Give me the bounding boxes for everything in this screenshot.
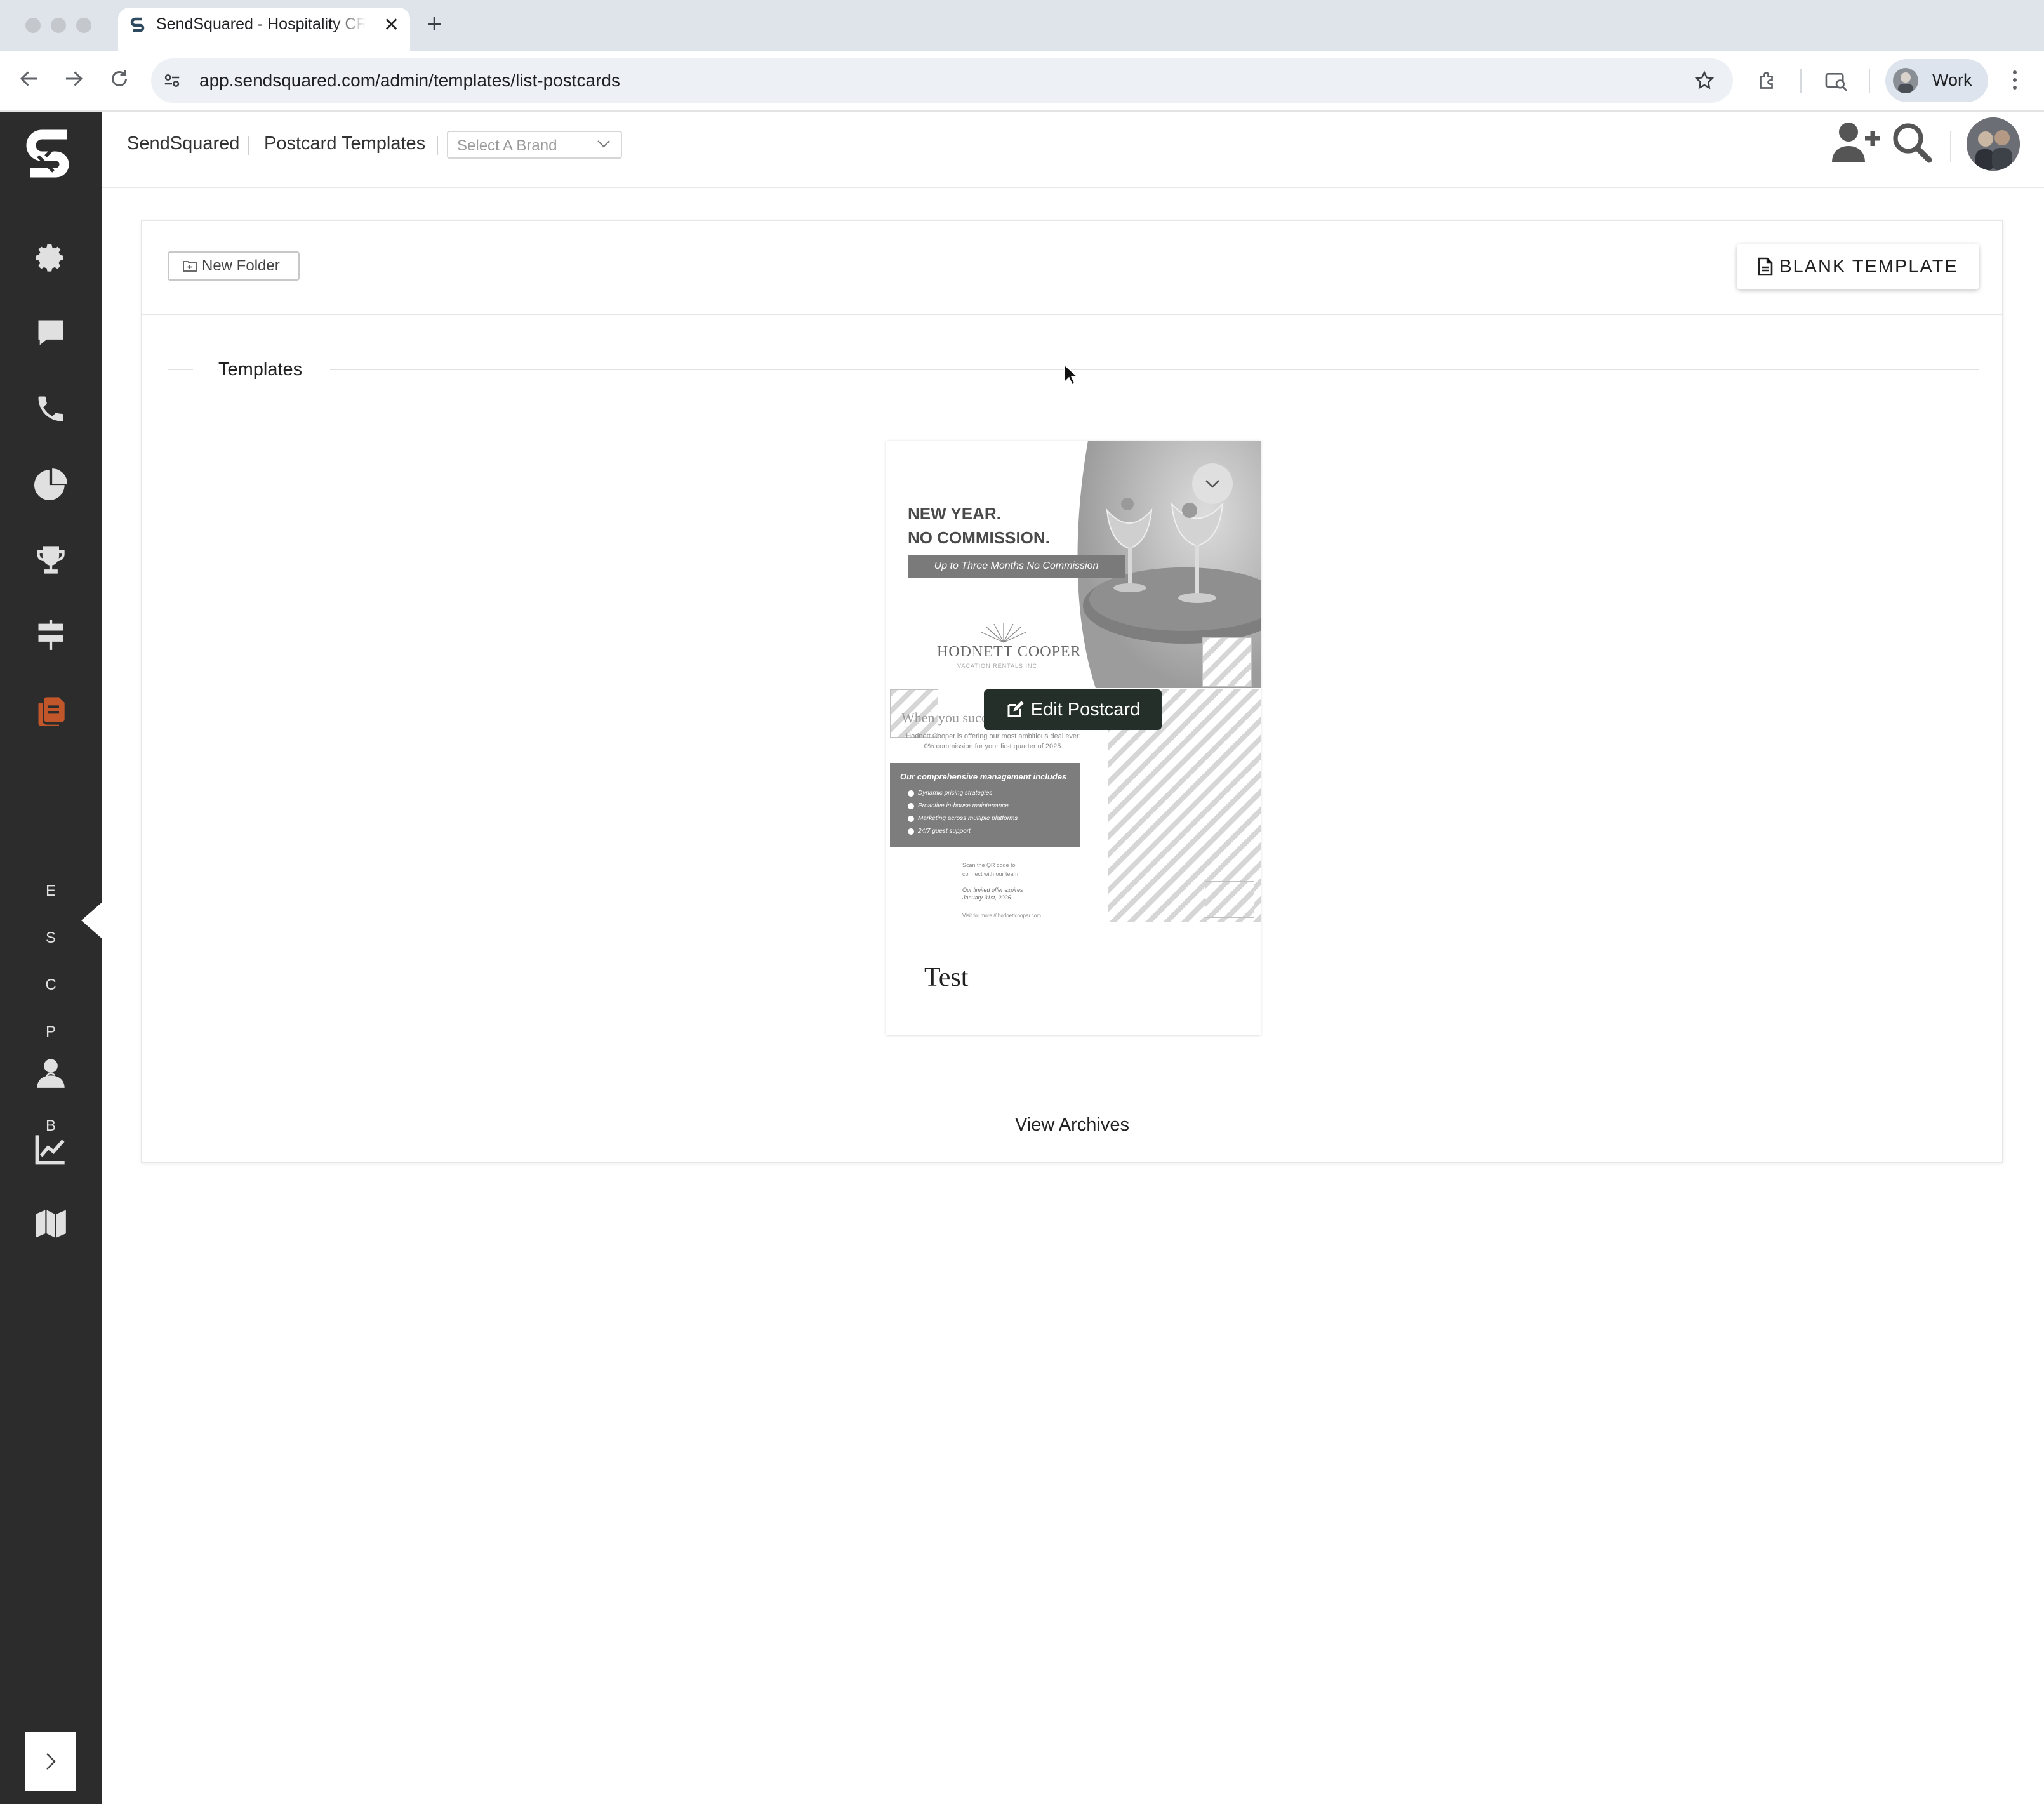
template-card[interactable]: NEW YEAR. NO COMMISSION. Up to Three Mon…: [886, 441, 1261, 1035]
templates-panel: New Folder BLANK TEMPLATE Templates NEW …: [141, 220, 2003, 1163]
templates-icon[interactable]: [32, 692, 70, 730]
breadcrumb-divider: [248, 136, 249, 155]
sendsquared-favicon-icon: [129, 17, 146, 33]
map-icon[interactable]: [32, 1205, 70, 1243]
postcard-brand-sub: VACATION RENTALS INC: [957, 663, 1038, 669]
extensions-icon[interactable]: [1756, 70, 1779, 93]
tab-close-icon[interactable]: ✕: [383, 14, 399, 36]
chevron-down-icon: [597, 140, 611, 149]
edit-postcard-label: Edit Postcard: [1030, 699, 1141, 720]
section-divider: [168, 369, 193, 370]
chat-icon[interactable]: [32, 314, 70, 352]
feature-item: Marketing across multiple platforms: [907, 815, 1018, 822]
view-archives-link[interactable]: View Archives: [142, 1115, 2002, 1136]
edit-postcard-button[interactable]: Edit Postcard: [984, 689, 1162, 730]
search-icon[interactable]: [1892, 122, 1932, 164]
edit-icon: [1005, 700, 1025, 719]
image-placeholder: [1202, 637, 1252, 687]
trophy-icon[interactable]: [32, 541, 70, 579]
tab-title: SendSquared - Hospitality CRM: [156, 15, 366, 33]
postcard-contact-text: Visit for more // hodnettcooper.com: [962, 913, 1041, 919]
tab-search-icon[interactable]: [1824, 70, 1848, 93]
profile-button[interactable]: Work: [1885, 59, 1988, 102]
brand-sunburst-icon: [975, 623, 1032, 644]
chevron-down-icon: [1205, 480, 1219, 488]
blank-template-button[interactable]: BLANK TEMPLATE: [1737, 244, 1979, 289]
sidebar-letter-p[interactable]: P: [0, 1023, 102, 1041]
postcard-feature-box: Our comprehensive management includes Dy…: [890, 763, 1080, 847]
document-icon: [1758, 257, 1773, 276]
folder-plus-icon: [183, 260, 197, 272]
postcard-headline: NEW YEAR. NO COMMISSION.: [908, 501, 1050, 550]
window-minimize-control[interactable]: [51, 18, 66, 33]
add-contact-icon[interactable]: [1832, 121, 1880, 165]
feature-box-heading: Our comprehensive management includes: [900, 772, 1067, 781]
header-divider: [1950, 131, 1951, 162]
breadcrumb-home[interactable]: SendSquared: [127, 133, 239, 154]
postcard-preview: NEW YEAR. NO COMMISSION. Up to Three Mon…: [886, 441, 1261, 923]
section-divider: [330, 369, 1979, 370]
app-sidebar: E S C P G B: [0, 112, 102, 1804]
feature-item: 24/7 guest support: [908, 828, 971, 835]
breadcrumb-divider: [437, 136, 438, 155]
app-header: SendSquared Postcard Templates Select A …: [102, 112, 2044, 188]
window-zoom-control[interactable]: [76, 18, 91, 33]
postcard-scan-text: Scan the QR code to connect with our tea…: [962, 862, 1019, 877]
signpost-icon[interactable]: [32, 616, 70, 654]
settings-icon[interactable]: [32, 239, 70, 277]
address-bar[interactable]: app.sendsquared.com/admin/templates/list…: [151, 58, 1733, 103]
sidebar-letter-e[interactable]: E: [0, 882, 102, 900]
chevron-right-icon: [46, 1753, 56, 1770]
brand-select-placeholder: Select A Brand: [457, 137, 557, 154]
postcard-body: Hodnett Cooper is offering our most ambi…: [906, 733, 1081, 750]
sidebar-letter-c[interactable]: C: [0, 976, 102, 994]
profile-avatar: [1893, 68, 1918, 93]
postcard-headline-line2: NO COMMISSION.: [908, 528, 1050, 547]
postcard-banner: Up to Three Months No Commission: [908, 555, 1125, 578]
url-text[interactable]: app.sendsquared.com/admin/templates/list…: [199, 70, 620, 91]
new-folder-button[interactable]: New Folder: [168, 251, 300, 281]
user-avatar[interactable]: [1967, 117, 2020, 171]
new-tab-icon[interactable]: +: [427, 10, 442, 37]
forward-icon[interactable]: [62, 67, 85, 90]
new-folder-label: New Folder: [202, 257, 280, 274]
image-placeholder: [1205, 881, 1254, 918]
panel-toolbar: New Folder BLANK TEMPLATE: [142, 221, 2002, 315]
feature-item: Proactive in-house maintenance: [908, 802, 1009, 809]
reload-icon[interactable]: [108, 67, 131, 90]
active-item-pointer: [81, 903, 102, 938]
brand-select[interactable]: Select A Brand: [447, 131, 622, 159]
analytics-icon[interactable]: [32, 1130, 70, 1168]
template-options-button[interactable]: [1192, 463, 1233, 504]
phone-icon[interactable]: [32, 390, 70, 428]
toolbar-divider: [1800, 69, 1802, 93]
sidebar-expand-button[interactable]: [25, 1732, 76, 1791]
browser-toolbar: app.sendsquared.com/admin/templates/list…: [0, 51, 2044, 112]
postcard-brand: HODNETT COOPER: [937, 644, 1082, 660]
pie-chart-icon[interactable]: [32, 465, 70, 503]
contacts-icon[interactable]: [32, 1054, 70, 1092]
window-close-control[interactable]: [25, 18, 41, 33]
blank-template-label: BLANK TEMPLATE: [1779, 256, 1958, 277]
browser-tabstrip: SendSquared - Hospitality CRM ✕ +: [0, 0, 2044, 51]
feature-item: Dynamic pricing strategies: [907, 790, 993, 797]
browser-menu-icon[interactable]: [2010, 69, 2020, 91]
postcard-offer-text: Our limited offer expires January 31st, …: [962, 887, 1023, 901]
postcard-headline-line1: NEW YEAR.: [908, 504, 1001, 523]
sendsquared-logo[interactable]: [23, 128, 76, 182]
profile-label: Work: [1932, 70, 1972, 90]
section-title: Templates: [218, 359, 303, 380]
back-icon[interactable]: [18, 67, 41, 90]
site-settings-icon[interactable]: [163, 71, 182, 90]
bookmark-star-icon[interactable]: [1694, 70, 1715, 91]
browser-tab[interactable]: SendSquared - Hospitality CRM ✕: [118, 8, 410, 51]
page-title: Postcard Templates: [264, 133, 426, 154]
toolbar-divider: [1869, 69, 1870, 93]
template-name[interactable]: Test: [924, 962, 968, 993]
mouse-cursor-icon: [1064, 364, 1078, 386]
